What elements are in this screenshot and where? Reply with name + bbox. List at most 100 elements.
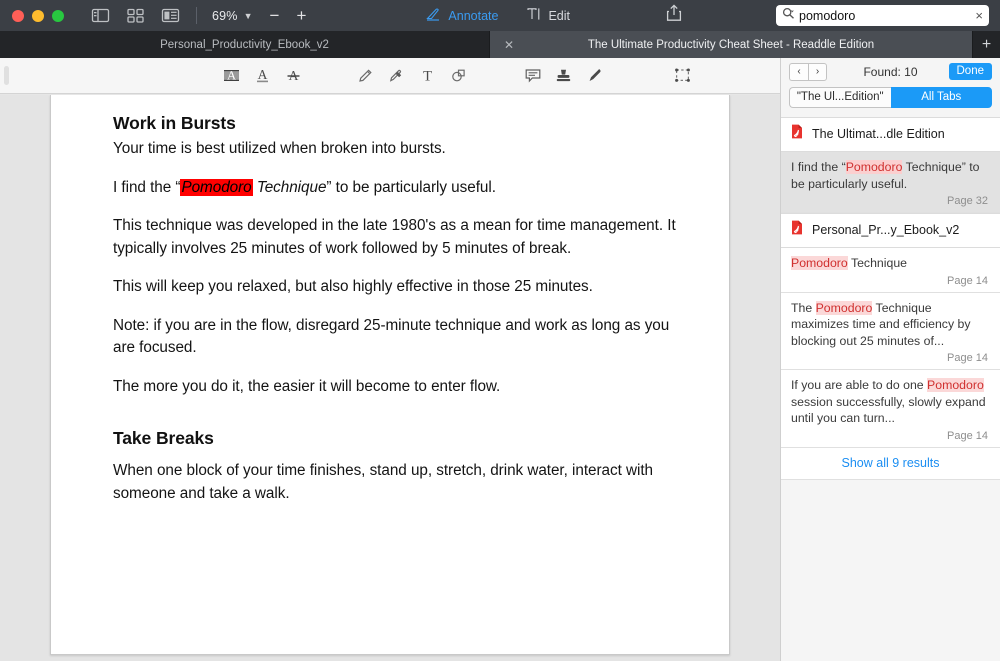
snippet-match: Pomodoro xyxy=(846,160,903,174)
selection-group xyxy=(667,61,698,91)
paragraph-with-highlight: I find the “Pomodoro Technique” to be pa… xyxy=(113,177,691,200)
edit-button[interactable]: Edit xyxy=(526,7,570,24)
underline-text-icon[interactable]: A xyxy=(247,61,278,91)
snippet-before: I find the “ xyxy=(791,160,846,174)
search-results-panel: ‹ › Found: 10 Done "The Ul...Edition" Al… xyxy=(780,58,1000,661)
maximize-window-button[interactable] xyxy=(52,10,64,22)
edit-label: Edit xyxy=(548,9,570,23)
annotate-button[interactable]: Annotate xyxy=(426,7,498,24)
result-group-header[interactable]: The Ultimat...dle Edition xyxy=(781,117,1000,152)
snippet-after: session successfully, slowly expand unti… xyxy=(791,395,986,426)
drawing-tools-group: T xyxy=(350,61,474,91)
paragraph: This technique was developed in the late… xyxy=(113,215,691,260)
title-bar: 69% ▼ − + Annotate Edit × xyxy=(0,0,1000,31)
pencil-icon[interactable] xyxy=(350,61,381,91)
svg-text:T: T xyxy=(423,68,432,84)
result-navigation: ‹ › xyxy=(789,63,827,81)
result-snippet: The Pomodoro Technique maximizes time an… xyxy=(791,300,988,350)
search-result-item[interactable]: I find the “Pomodoro Technique” to be pa… xyxy=(781,152,1000,213)
signature-pen-icon[interactable] xyxy=(579,61,610,91)
next-result-button[interactable]: › xyxy=(808,63,827,81)
annotation-toolbar: A A A T xyxy=(0,58,780,94)
result-group-document-name: The Ultimat...dle Edition xyxy=(812,127,945,141)
eraser-icon[interactable] xyxy=(381,61,412,91)
tab-bar: Personal_Productivity_Ebook_v2 ✕ The Ult… xyxy=(0,31,1000,58)
stamp-icon[interactable] xyxy=(548,61,579,91)
pdf-file-icon xyxy=(791,124,803,144)
zoom-level-label[interactable]: 69% xyxy=(212,9,238,23)
sidebar-toggle-icon[interactable] xyxy=(91,7,110,24)
paragraph: When one block of your time finishes, st… xyxy=(113,460,691,505)
search-result-item[interactable]: Pomodoro Technique Page 14 xyxy=(781,248,1000,293)
text-tool-icon[interactable]: T xyxy=(412,61,443,91)
snippet-after: Technique xyxy=(848,256,907,270)
search-results-list[interactable]: The Ultimat...dle Edition I find the “Po… xyxy=(781,117,1000,661)
annotation-objects-group xyxy=(517,61,610,91)
window-controls xyxy=(12,10,64,22)
annotate-label: Annotate xyxy=(448,9,498,23)
result-page-number: Page 32 xyxy=(791,195,988,207)
italic-technique: Technique xyxy=(253,179,327,196)
section-heading-work-in-bursts: Work in Bursts xyxy=(113,113,691,134)
shapes-icon[interactable] xyxy=(443,61,474,91)
tab-title: The Ultimate Productivity Cheat Sheet - … xyxy=(588,39,874,51)
paragraph: This will keep you relaxed, but also hig… xyxy=(113,276,691,299)
previous-result-button[interactable]: ‹ xyxy=(789,63,808,81)
note-comment-icon[interactable] xyxy=(517,61,548,91)
toolbar-divider xyxy=(196,7,197,24)
strikethrough-text-icon[interactable]: A xyxy=(278,61,309,91)
new-tab-button[interactable]: + xyxy=(973,31,1000,58)
search-result-item[interactable]: If you are able to do one Pomodoro sessi… xyxy=(781,370,1000,448)
text-edit-icon xyxy=(526,7,542,24)
snippet-match: Pomodoro xyxy=(791,256,848,270)
close-tab-icon[interactable]: ✕ xyxy=(504,38,514,52)
outline-list-icon[interactable] xyxy=(161,7,180,24)
text-markup-group: A A A xyxy=(216,61,309,91)
snippet-before: If you are able to do one xyxy=(791,378,927,392)
scope-current-document-button[interactable]: "The Ul...Edition" xyxy=(789,87,891,108)
tab-ultimate-productivity-cheat-sheet[interactable]: ✕ The Ultimate Productivity Cheat Sheet … xyxy=(490,31,973,58)
pdf-file-icon xyxy=(791,220,803,240)
document-view[interactable]: Work in Bursts Your time is best utilize… xyxy=(0,95,780,661)
result-page-number: Page 14 xyxy=(791,352,988,364)
crop-selection-icon[interactable] xyxy=(667,61,698,91)
view-mode-buttons xyxy=(91,7,180,24)
search-input[interactable] xyxy=(799,9,971,23)
snippet-match: Pomodoro xyxy=(816,301,873,315)
zoom-out-button[interactable]: − xyxy=(270,7,280,24)
paragraph: Note: if you are in the flow, disregard … xyxy=(113,315,691,360)
search-field[interactable]: × xyxy=(776,5,989,26)
search-result-item[interactable]: The Pomodoro Technique maximizes time an… xyxy=(781,293,1000,371)
show-all-results-button[interactable]: Show all 9 results xyxy=(781,448,1000,480)
search-icon xyxy=(782,7,795,25)
result-group-header[interactable]: Personal_Pr...y_Ebook_v2 xyxy=(781,213,1000,248)
result-page-number: Page 14 xyxy=(791,275,988,287)
search-scope-segmented-control: "The Ul...Edition" All Tabs xyxy=(781,85,1000,114)
text-before-highlight: I find the “ xyxy=(113,179,180,196)
section-heading-take-breaks: Take Breaks xyxy=(113,428,691,449)
minimize-window-button[interactable] xyxy=(32,10,44,22)
svg-text:A: A xyxy=(258,67,268,82)
pdf-page: Work in Bursts Your time is best utilize… xyxy=(50,95,730,655)
thumbnails-grid-icon[interactable] xyxy=(126,7,145,24)
result-group-document-name: Personal_Pr...y_Ebook_v2 xyxy=(812,223,959,237)
annotate-pen-icon xyxy=(426,7,442,24)
result-snippet: Pomodoro Technique xyxy=(791,255,988,272)
tab-title: Personal_Productivity_Ebook_v2 xyxy=(160,39,329,51)
zoom-in-button[interactable]: + xyxy=(296,7,306,24)
done-button[interactable]: Done xyxy=(949,63,993,80)
close-window-button[interactable] xyxy=(12,10,24,22)
paragraph: Your time is best utilized when broken i… xyxy=(113,138,691,161)
clear-search-icon[interactable]: × xyxy=(971,9,983,22)
tab-personal-productivity-ebook[interactable]: Personal_Productivity_Ebook_v2 xyxy=(0,31,490,58)
highlight-text-icon[interactable]: A xyxy=(216,61,247,91)
snippet-match: Pomodoro xyxy=(927,378,984,392)
search-results-header: ‹ › Found: 10 Done xyxy=(781,58,1000,85)
result-snippet: I find the “Pomodoro Technique” to be pa… xyxy=(791,159,988,192)
scope-all-tabs-button[interactable]: All Tabs xyxy=(891,87,993,108)
share-icon[interactable] xyxy=(666,4,682,27)
chevron-down-icon[interactable]: ▼ xyxy=(244,11,253,21)
search-highlight-pomodoro: Pomodoro xyxy=(180,179,252,196)
result-page-number: Page 14 xyxy=(791,430,988,442)
zoom-controls: 69% ▼ − + xyxy=(212,7,306,24)
